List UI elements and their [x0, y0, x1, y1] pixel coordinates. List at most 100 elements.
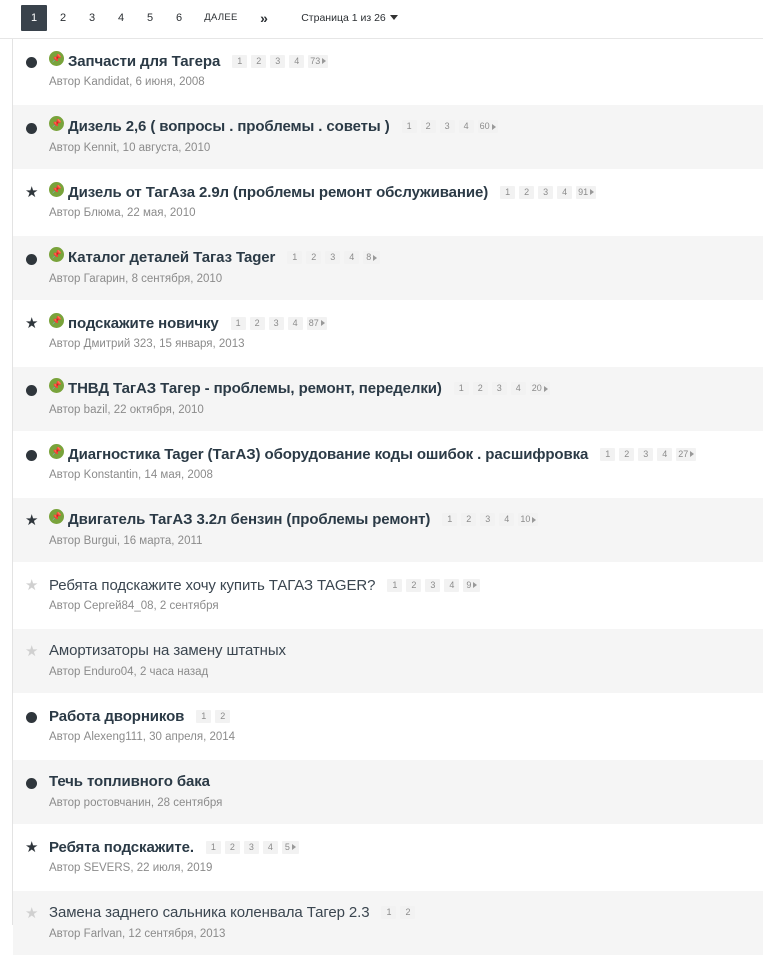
topic-row[interactable]: 📌Каталог деталей Тагаз Tager12348Автор Г… — [13, 236, 763, 302]
author-link[interactable]: bazil — [84, 404, 108, 416]
topic-page-link[interactable]: 1 — [402, 120, 417, 133]
topic-row[interactable]: ★Ребята подскажите хочу купить ТАГАЗ TAG… — [13, 563, 763, 629]
page-3-button[interactable]: 3 — [84, 5, 100, 31]
topic-row[interactable]: ★📌Двигатель ТагАЗ 3.2л бензин (проблемы … — [13, 498, 763, 564]
topic-page-link[interactable]: 91 — [576, 186, 596, 199]
author-link[interactable]: Burgui — [84, 535, 117, 547]
topic-page-link[interactable]: 20 — [530, 382, 550, 395]
topic-page-link[interactable]: 2 — [461, 513, 476, 526]
page-5-button[interactable]: 5 — [142, 5, 158, 31]
topic-row[interactable]: ★Амортизаторы на замену штатныхАвтор End… — [13, 629, 763, 695]
topic-page-link[interactable]: 4 — [499, 513, 514, 526]
topic-page-link[interactable]: 1 — [600, 448, 615, 461]
topic-title-link[interactable]: подскажите новичку — [68, 315, 219, 332]
topic-title-link[interactable]: Ребята подскажите хочу купить ТАГАЗ TAGE… — [49, 577, 375, 594]
topic-page-link[interactable]: 1 — [287, 251, 302, 264]
topic-page-link[interactable]: 4 — [557, 186, 572, 199]
author-link[interactable]: Дмитрий 323 — [84, 338, 153, 350]
topic-row[interactable]: 📌Запчасти для Тагера123473Автор Kandidat… — [13, 39, 763, 105]
topic-page-link[interactable]: 2 — [519, 186, 534, 199]
author-link[interactable]: Enduro04 — [84, 666, 134, 678]
page-6-button[interactable]: 6 — [171, 5, 187, 31]
topic-page-link[interactable]: 1 — [381, 906, 396, 919]
next-page-button[interactable]: ДАЛЕЕ — [200, 5, 242, 31]
topic-page-link[interactable]: 3 — [425, 579, 440, 592]
topic-page-link[interactable]: 8 — [363, 251, 380, 264]
topic-row[interactable]: ★Замена заднего сальника коленвала Тагер… — [13, 891, 763, 956]
topic-page-link[interactable]: 2 — [619, 448, 634, 461]
topic-title-link[interactable]: Двигатель ТагАЗ 3.2л бензин (проблемы ре… — [68, 511, 430, 528]
topic-page-link[interactable]: 3 — [244, 841, 259, 854]
topic-page-link[interactable]: 4 — [263, 841, 278, 854]
topic-title-link[interactable]: Амортизаторы на замену штатных — [49, 642, 286, 659]
topic-title-link[interactable]: Запчасти для Тагера — [68, 53, 220, 70]
topic-page-link[interactable]: 1 — [387, 579, 402, 592]
topic-row[interactable]: ★Ребята подскажите.12345Автор SEVERS, 22… — [13, 825, 763, 891]
topic-page-link[interactable]: 5 — [282, 841, 299, 854]
topic-page-link[interactable]: 3 — [270, 55, 285, 68]
author-link[interactable]: Farlvan — [84, 928, 122, 940]
topic-page-link[interactable]: 4 — [459, 120, 474, 133]
topic-page-link[interactable]: 2 — [251, 55, 266, 68]
topic-title-link[interactable]: ТНВД ТагАЗ Тагер - проблемы, ремонт, пер… — [68, 380, 442, 397]
topic-page-link[interactable]: 10 — [518, 513, 538, 526]
topic-page-link[interactable]: 3 — [492, 382, 507, 395]
topic-page-link[interactable]: 3 — [325, 251, 340, 264]
topic-page-link[interactable]: 1 — [442, 513, 457, 526]
topic-page-link[interactable]: 73 — [308, 55, 328, 68]
page-jump-dropdown[interactable]: Страница 1 из 26 — [292, 5, 407, 31]
topic-page-link[interactable]: 2 — [406, 579, 421, 592]
topic-row[interactable]: ★📌подскажите новичку123487Автор Дмитрий … — [13, 301, 763, 367]
author-link[interactable]: Konstantin — [84, 469, 138, 481]
topic-page-link[interactable]: 1 — [206, 841, 221, 854]
topic-title-link[interactable]: Течь топливного бака — [49, 773, 210, 790]
topic-page-link[interactable]: 87 — [307, 317, 327, 330]
topic-page-link[interactable]: 3 — [480, 513, 495, 526]
topic-page-link[interactable]: 2 — [306, 251, 321, 264]
topic-page-link[interactable]: 4 — [657, 448, 672, 461]
topic-page-link[interactable]: 4 — [288, 317, 303, 330]
topic-page-link[interactable]: 1 — [231, 317, 246, 330]
topic-page-link[interactable]: 2 — [400, 906, 415, 919]
topic-title-link[interactable]: Дизель 2,6 ( вопросы . проблемы . советы… — [68, 118, 390, 135]
topic-page-link[interactable]: 4 — [344, 251, 359, 264]
topic-title-link[interactable]: Дизель от ТагАза 2.9л (проблемы ремонт о… — [68, 184, 488, 201]
author-link[interactable]: Kandidat — [84, 76, 129, 88]
topic-title-link[interactable]: Работа дворников — [49, 708, 184, 725]
page-2-button[interactable]: 2 — [55, 5, 71, 31]
author-link[interactable]: Гагарин — [84, 273, 126, 285]
topic-page-link[interactable]: 2 — [421, 120, 436, 133]
topic-page-link[interactable]: 1 — [196, 710, 211, 723]
topic-page-link[interactable]: 3 — [440, 120, 455, 133]
topic-title-link[interactable]: Замена заднего сальника коленвала Тагер … — [49, 904, 369, 921]
author-link[interactable]: Сергей84_08 — [84, 600, 154, 612]
author-link[interactable]: Alexeng111 — [84, 731, 143, 743]
topic-page-link[interactable]: 3 — [538, 186, 553, 199]
author-link[interactable]: Kennit — [84, 142, 117, 154]
page-1-button[interactable]: 1 — [21, 5, 47, 31]
topic-page-link[interactable]: 3 — [638, 448, 653, 461]
topic-page-link[interactable]: 60 — [478, 120, 498, 133]
topic-title-link[interactable]: Диагностика Tager (ТагАЗ) оборудование к… — [68, 446, 588, 463]
page-4-button[interactable]: 4 — [113, 5, 129, 31]
author-link[interactable]: Блюма — [84, 207, 121, 219]
topic-row[interactable]: 📌ТНВД ТагАЗ Тагер - проблемы, ремонт, пе… — [13, 367, 763, 433]
topic-page-link[interactable]: 2 — [250, 317, 265, 330]
topic-row[interactable]: Течь топливного бакаАвтор ростовчанин, 2… — [13, 760, 763, 826]
topic-page-link[interactable]: 1 — [500, 186, 515, 199]
topic-title-link[interactable]: Каталог деталей Тагаз Tager — [68, 249, 275, 266]
topic-page-link[interactable]: 4 — [289, 55, 304, 68]
author-link[interactable]: SEVERS — [84, 862, 131, 874]
topic-row[interactable]: 📌Дизель 2,6 ( вопросы . проблемы . совет… — [13, 105, 763, 171]
topic-page-link[interactable]: 1 — [232, 55, 247, 68]
topic-page-link[interactable]: 1 — [454, 382, 469, 395]
topic-page-link[interactable]: 2 — [473, 382, 488, 395]
topic-page-link[interactable]: 4 — [511, 382, 526, 395]
topic-row[interactable]: ★📌Дизель от ТагАза 2.9л (проблемы ремонт… — [13, 170, 763, 236]
topic-page-link[interactable]: 4 — [444, 579, 459, 592]
topic-page-link[interactable]: 27 — [676, 448, 696, 461]
author-link[interactable]: ростовчанин — [84, 797, 151, 809]
topic-title-link[interactable]: Ребята подскажите. — [49, 839, 194, 856]
topic-page-link[interactable]: 2 — [225, 841, 240, 854]
topic-row[interactable]: 📌Диагностика Tager (ТагАЗ) оборудование … — [13, 432, 763, 498]
